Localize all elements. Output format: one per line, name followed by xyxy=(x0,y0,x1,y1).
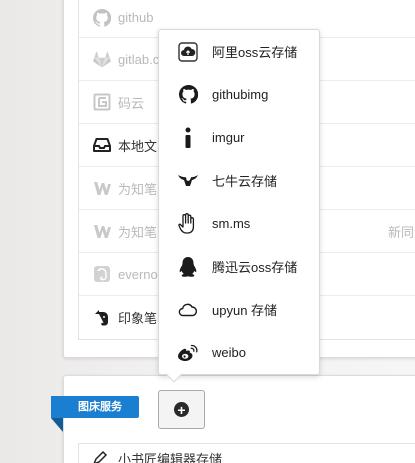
menu-item-label: sm.ms xyxy=(212,216,251,231)
github-icon xyxy=(92,8,112,28)
list-item-label: 码云 xyxy=(118,95,145,111)
menu-item-label: githubimg xyxy=(212,87,269,102)
qq-penguin-icon xyxy=(177,256,199,278)
storage-dropdown-menu: 阿里oss云存储 githubimg imgur 七牛云存储 sm.ms 腾迅云… xyxy=(158,29,320,375)
add-storage-button[interactable]: + xyxy=(158,390,205,429)
list-item-label: 小书匠编辑器存储 xyxy=(118,451,223,463)
weibo-icon xyxy=(177,342,199,364)
menu-item-tencent-oss[interactable]: 腾迅云oss存储 xyxy=(159,245,319,288)
qiniu-bull-icon xyxy=(177,170,199,192)
hand-pointer-icon xyxy=(177,212,199,235)
evernote-icon xyxy=(92,308,112,328)
list-item-label: 为知笔 xyxy=(118,181,158,197)
github-icon xyxy=(177,84,199,106)
menu-item-label: 腾迅云oss存储 xyxy=(212,260,298,275)
cloud-upload-icon xyxy=(177,41,199,63)
menu-item-label: imgur xyxy=(212,130,245,145)
section-ribbon: 图床服务 xyxy=(51,396,139,418)
info-icon xyxy=(177,127,199,149)
list-item-description: 新同步方式的用 xyxy=(388,224,415,240)
list-item-label: 为知笔 xyxy=(118,224,158,240)
list-item-label: 印象笔 xyxy=(118,311,158,326)
plus-circle-icon: + xyxy=(174,402,189,417)
menu-item-githubimg[interactable]: githubimg xyxy=(159,73,319,116)
menu-item-label: weibo xyxy=(212,345,246,360)
inbox-icon xyxy=(92,135,112,155)
list-item-label: github xyxy=(118,10,154,25)
wiz-icon xyxy=(92,178,112,198)
wiz-icon xyxy=(92,221,112,241)
evernote-icon xyxy=(92,264,112,284)
list-item-label: 本地文 xyxy=(118,138,158,154)
list-item-xiaoshujiang-storage[interactable]: 小书匠编辑器存储 xyxy=(78,443,415,463)
menu-item-label: 七牛云存储 xyxy=(212,174,278,189)
pen-icon xyxy=(92,450,112,463)
menu-item-weibo[interactable]: weibo xyxy=(159,331,319,374)
gitlab-icon xyxy=(92,49,112,69)
menu-item-imgur[interactable]: imgur xyxy=(159,116,319,159)
menu-item-aliyun-oss[interactable]: 阿里oss云存储 xyxy=(159,30,319,73)
menu-item-qiniu[interactable]: 七牛云存储 xyxy=(159,159,319,202)
menu-item-upyun[interactable]: upyun 存储 xyxy=(159,288,319,331)
cloud-outline-icon xyxy=(177,299,199,321)
gitee-icon xyxy=(92,92,112,112)
menu-item-label: 阿里oss云存储 xyxy=(212,45,298,60)
ribbon-fold xyxy=(51,418,63,432)
menu-item-label: upyun 存储 xyxy=(212,303,278,318)
menu-item-smms[interactable]: sm.ms xyxy=(159,202,319,245)
